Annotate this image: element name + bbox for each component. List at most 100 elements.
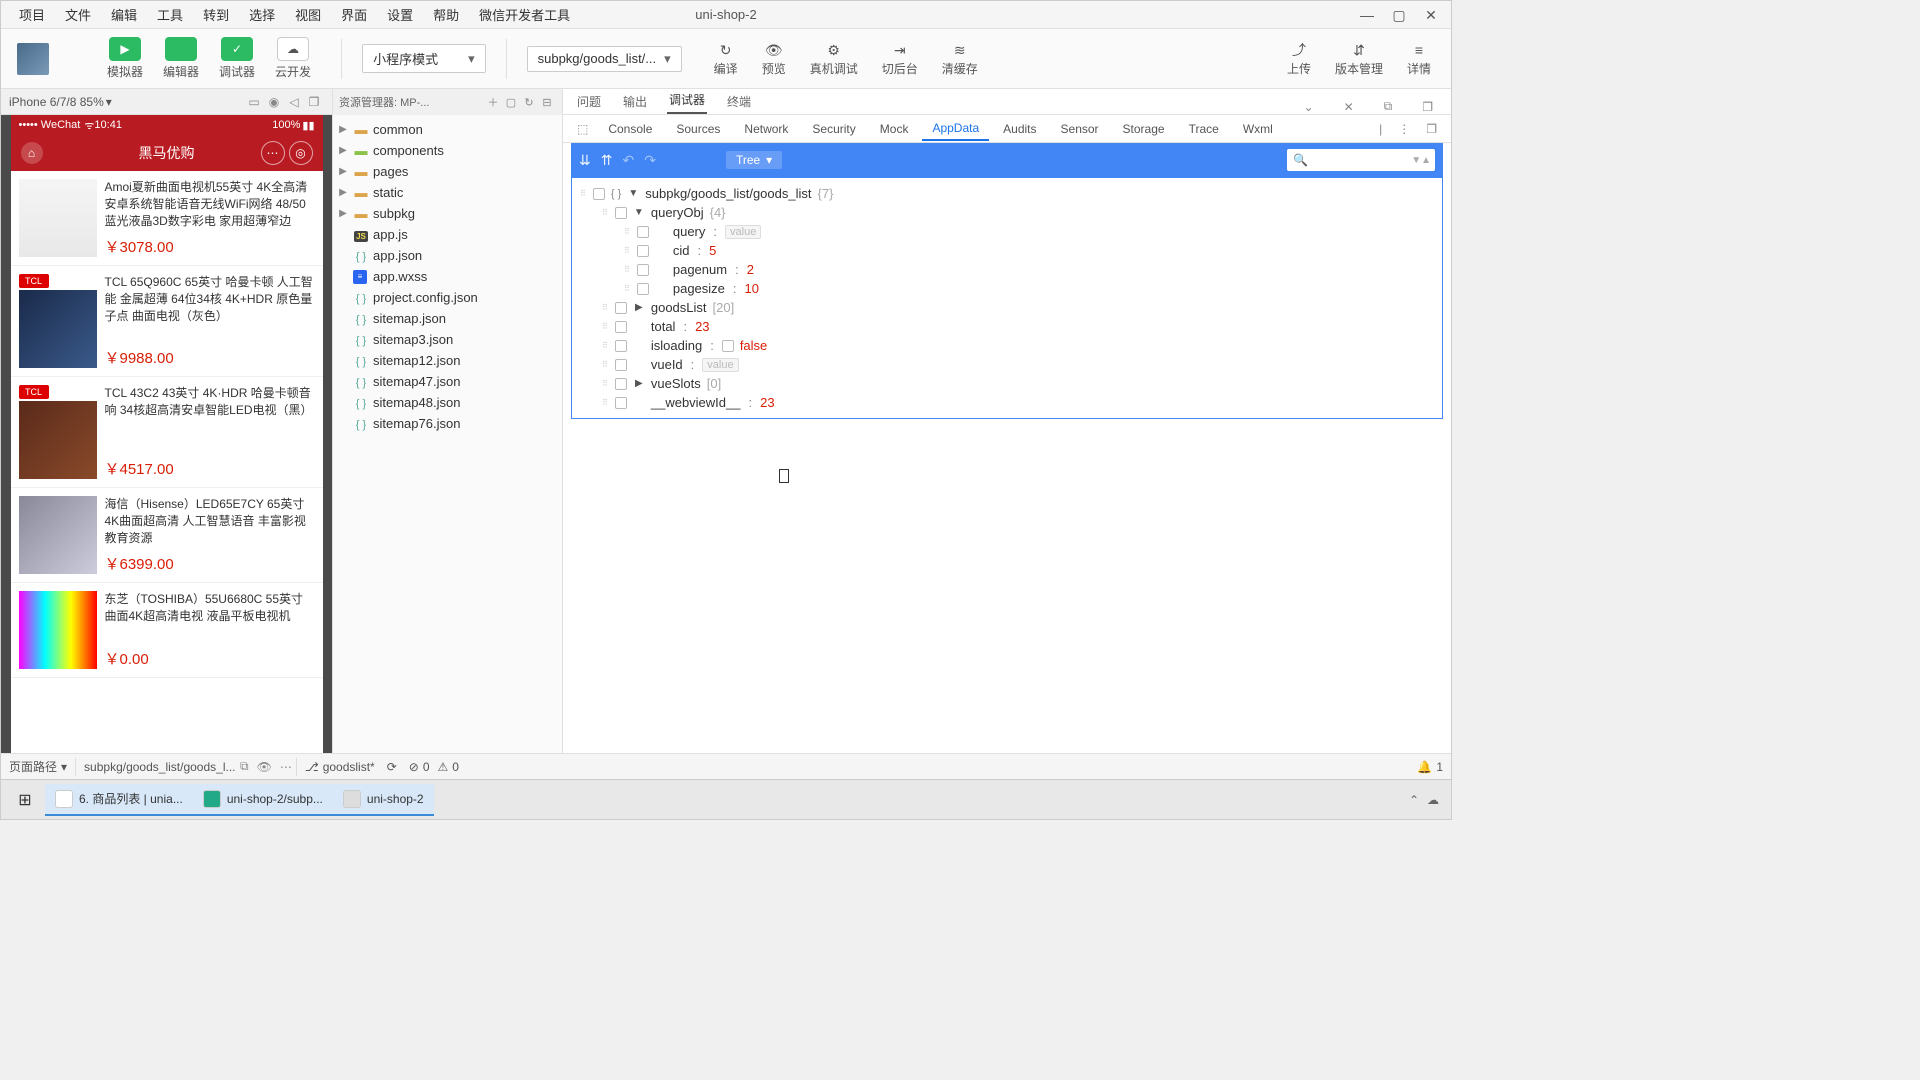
tray-network-icon[interactable]: ☁ <box>1427 793 1439 807</box>
inspect-icon[interactable]: ⬚ <box>571 122 594 136</box>
mode-编辑器[interactable]: 编辑器 <box>153 33 209 84</box>
devtool-ctrl-icon[interactable]: | <box>1373 122 1388 136</box>
panel-tab-调试器[interactable]: 调试器 <box>667 87 707 114</box>
panel-tab-问题[interactable]: 问题 <box>575 89 603 114</box>
devtool-tab-appdata[interactable]: AppData <box>922 117 989 141</box>
goods-item[interactable]: Amoi夏新曲面电视机55英寸 4K全高清安卓系统智能语音无线WiFi网络 48… <box>11 171 323 266</box>
tool-上传[interactable]: ⤴上传 <box>1275 36 1323 81</box>
task-6. 商品列表 | unia...[interactable]: 6. 商品列表 | unia... <box>45 784 193 816</box>
tool-编译[interactable]: ↻编译 <box>702 36 750 81</box>
tool-预览[interactable]: 👁预览 <box>750 36 798 81</box>
goods-item[interactable]: TCLTCL 65Q960C 65英寸 哈曼卡顿 人工智能 金属超薄 64位34… <box>11 266 323 377</box>
menu-视图[interactable]: 视图 <box>285 5 331 24</box>
tool-真机调试[interactable]: ⚙真机调试 <box>798 36 870 81</box>
bell-icon[interactable]: 🔔 <box>1417 760 1432 774</box>
json-prop-total[interactable]: ⠿total : 23 <box>572 317 1442 336</box>
tool-清缓存[interactable]: ≋清缓存 <box>930 36 990 81</box>
devtool-tab-network[interactable]: Network <box>734 118 798 140</box>
panel-ctrl-icon[interactable]: ⧉ <box>1378 99 1399 114</box>
file-project.config.json[interactable]: { }project.config.json <box>333 287 562 308</box>
menu-微信开发者工具[interactable]: 微信开发者工具 <box>469 5 580 24</box>
tray-chevron-icon[interactable]: ⌃ <box>1409 793 1419 807</box>
file-sitemap12.json[interactable]: { }sitemap12.json <box>333 350 562 371</box>
json-root[interactable]: ⠿{ }▼subpkg/goods_list/goods_list {7} <box>572 184 1442 203</box>
eye-icon[interactable]: 👁 <box>253 760 276 774</box>
folder-components[interactable]: ▶▬components <box>333 140 562 161</box>
undo-icon[interactable]: ↶ <box>622 152 634 169</box>
file-app.wxss[interactable]: ≡app.wxss <box>333 266 562 287</box>
json-prop-pagenum[interactable]: ⠿pagenum : 2 <box>572 260 1442 279</box>
new-folder-icon[interactable]: ▢ <box>502 96 520 109</box>
panel-ctrl-icon[interactable]: ⌄ <box>1298 100 1320 114</box>
json-prop-pagesize[interactable]: ⠿pagesize : 10 <box>572 279 1442 298</box>
json-prop-queryObj[interactable]: ⠿▼queryObj {4} <box>572 203 1442 222</box>
panel-ctrl-icon[interactable]: ✕ <box>1338 100 1360 114</box>
json-prop-isloading[interactable]: ⠿isloading : false <box>572 336 1442 355</box>
goods-item[interactable]: 海信（Hisense）LED65E7CY 65英寸 4K曲面超高清 人工智慧语音… <box>11 488 323 583</box>
rotate-icon[interactable]: ▭ <box>244 95 264 109</box>
file-sitemap76.json[interactable]: { }sitemap76.json <box>333 413 562 434</box>
tool-版本管理[interactable]: ⇵版本管理 <box>1323 36 1395 81</box>
devtool-tab-sensor[interactable]: Sensor <box>1051 118 1109 140</box>
task-uni-shop-2/subp...[interactable]: uni-shop-2/subp... <box>193 784 333 816</box>
panel-ctrl-icon[interactable]: ❐ <box>1416 100 1439 114</box>
tool-详情[interactable]: ≡详情 <box>1395 36 1443 81</box>
close-button[interactable]: ✕ <box>1415 1 1447 29</box>
home-icon[interactable]: ⌂ <box>21 142 43 164</box>
branch-icon[interactable]: ⎇ <box>305 760 319 774</box>
json-prop-query[interactable]: ⠿query : value <box>572 222 1442 241</box>
mode-模拟器[interactable]: ▶模拟器 <box>97 33 153 84</box>
sync-icon[interactable]: ⟳ <box>387 760 397 774</box>
folder-pages[interactable]: ▶▬pages <box>333 161 562 182</box>
json-prop-cid[interactable]: ⠿cid : 5 <box>572 241 1442 260</box>
file-app.json[interactable]: { }app.json <box>333 245 562 266</box>
folder-static[interactable]: ▶▬static <box>333 182 562 203</box>
goods-item[interactable]: TCLTCL 43C2 43英寸 4K·HDR 哈曼卡顿音响 34核超高清安卓智… <box>11 377 323 488</box>
menu-编辑[interactable]: 编辑 <box>101 5 147 24</box>
menu-界面[interactable]: 界面 <box>331 5 377 24</box>
search-input[interactable] <box>1291 151 1411 169</box>
panel-tab-终端[interactable]: 终端 <box>725 89 753 114</box>
redo-icon[interactable]: ↷ <box>644 152 656 169</box>
devtool-ctrl-icon[interactable]: ❐ <box>1420 122 1443 136</box>
json-prop-vueId[interactable]: ⠿vueId : value <box>572 355 1442 374</box>
refresh-icon[interactable]: ↻ <box>520 96 538 109</box>
more-icon[interactable]: ⋯ <box>276 760 296 774</box>
file-sitemap48.json[interactable]: { }sitemap48.json <box>333 392 562 413</box>
json-prop-vueSlots[interactable]: ⠿▶vueSlots [0] <box>572 374 1442 393</box>
devtool-tab-console[interactable]: Console <box>598 118 662 140</box>
devtool-tab-storage[interactable]: Storage <box>1113 118 1175 140</box>
target-icon[interactable]: ◎ <box>289 141 313 165</box>
page-dropdown[interactable]: subpkg/goods_list/... <box>527 46 682 72</box>
collapse-all-icon[interactable]: ⇈ <box>601 152 613 169</box>
file-sitemap47.json[interactable]: { }sitemap47.json <box>333 371 562 392</box>
menu-选择[interactable]: 选择 <box>239 5 285 24</box>
collapse-icon[interactable]: ⊟ <box>538 96 556 109</box>
start-button[interactable]: ⊞ <box>5 790 45 810</box>
menu-项目[interactable]: 项目 <box>9 5 55 24</box>
menu-设置[interactable]: 设置 <box>377 5 423 24</box>
goods-item[interactable]: 东芝（TOSHIBA）55U6680C 55英寸 曲面4K超高清电视 液晶平板电… <box>11 583 323 678</box>
devtool-tab-audits[interactable]: Audits <box>993 118 1046 140</box>
file-app.js[interactable]: JSapp.js <box>333 224 562 245</box>
mute-icon[interactable]: ◁ <box>284 95 304 109</box>
popout-icon[interactable]: ❐ <box>304 95 324 109</box>
devtool-tab-mock[interactable]: Mock <box>870 118 919 140</box>
goods-list[interactable]: Amoi夏新曲面电视机55英寸 4K全高清安卓系统智能语音无线WiFi网络 48… <box>11 171 323 753</box>
devtool-tab-trace[interactable]: Trace <box>1179 118 1229 140</box>
devtool-ctrl-icon[interactable]: ⋮ <box>1392 122 1416 136</box>
menu-帮助[interactable]: 帮助 <box>423 5 469 24</box>
menu-转到[interactable]: 转到 <box>193 5 239 24</box>
panel-tab-输出[interactable]: 输出 <box>621 89 649 114</box>
expand-all-icon[interactable]: ⇊ <box>579 152 591 169</box>
devtool-tab-sources[interactable]: Sources <box>666 118 730 140</box>
json-prop-__webviewId__[interactable]: ⠿__webviewId__ : 23 <box>572 393 1442 412</box>
menu-文件[interactable]: 文件 <box>55 5 101 24</box>
mode-云开发[interactable]: ☁云开发 <box>265 33 321 84</box>
new-file-icon[interactable]: ＋ <box>484 94 502 110</box>
view-mode-dropdown[interactable]: Tree▾ <box>726 151 782 169</box>
appdata-tree[interactable]: ⠿{ }▼subpkg/goods_list/goods_list {7}⠿▼q… <box>571 177 1443 419</box>
devtool-tab-wxml[interactable]: Wxml <box>1233 118 1283 140</box>
avatar[interactable] <box>17 43 49 75</box>
maximize-button[interactable]: ▢ <box>1383 1 1415 29</box>
